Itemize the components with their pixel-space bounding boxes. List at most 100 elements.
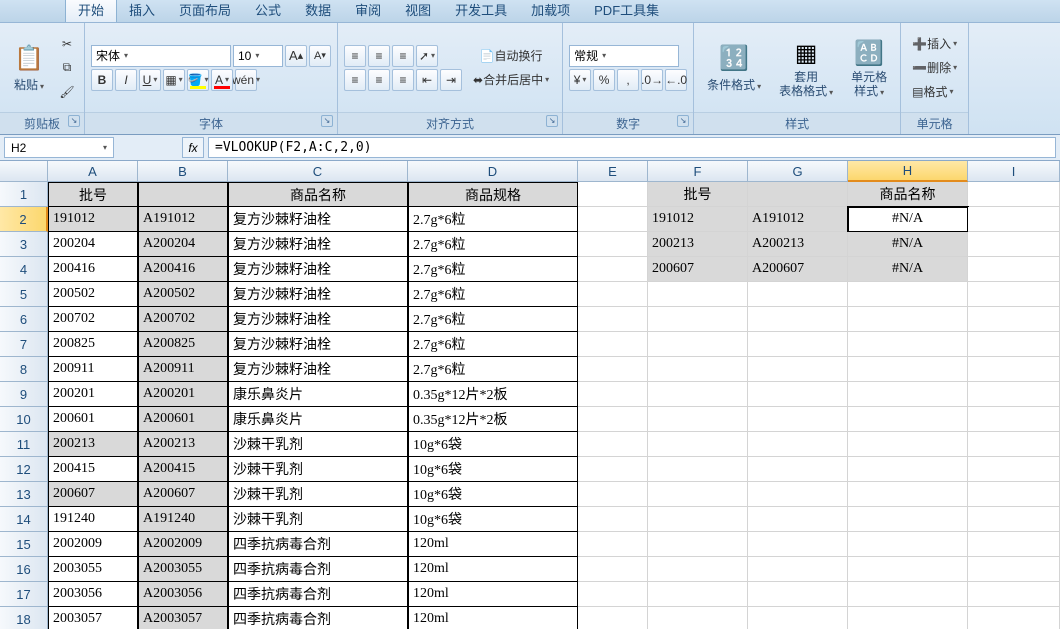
cell-G1[interactable] — [748, 182, 848, 207]
cell-A17[interactable]: 2003056 — [48, 582, 138, 607]
number-format-combo[interactable]: 常规▾ — [569, 45, 679, 67]
cell-I13[interactable] — [968, 482, 1060, 507]
cell-E18[interactable] — [578, 607, 648, 629]
cell-B8[interactable]: A200911 — [138, 357, 228, 382]
font-size-combo[interactable]: 10▾ — [233, 45, 283, 67]
cell-G14[interactable] — [748, 507, 848, 532]
cell-B14[interactable]: A191240 — [138, 507, 228, 532]
tab-5[interactable]: 审阅 — [343, 0, 393, 22]
cell-F4[interactable]: 200607 — [648, 257, 748, 282]
align-launcher[interactable]: ↘ — [546, 115, 558, 127]
cell-A18[interactable]: 2003057 — [48, 607, 138, 629]
cell-C16[interactable]: 四季抗病毒合剂 — [228, 557, 408, 582]
cell-D4[interactable]: 2.7g*6粒 — [408, 257, 578, 282]
cell-A6[interactable]: 200702 — [48, 307, 138, 332]
row-header-2[interactable]: 2 — [0, 207, 48, 232]
cell-H14[interactable] — [848, 507, 968, 532]
cell-I8[interactable] — [968, 357, 1060, 382]
cell-C15[interactable]: 四季抗病毒合剂 — [228, 532, 408, 557]
cell-I16[interactable] — [968, 557, 1060, 582]
cell-G10[interactable] — [748, 407, 848, 432]
cell-I10[interactable] — [968, 407, 1060, 432]
cell-B18[interactable]: A2003057 — [138, 607, 228, 629]
cell-F16[interactable] — [648, 557, 748, 582]
cell-B9[interactable]: A200201 — [138, 382, 228, 407]
cell-F18[interactable] — [648, 607, 748, 629]
cell-B17[interactable]: A2003056 — [138, 582, 228, 607]
cell-I7[interactable] — [968, 332, 1060, 357]
cell-D5[interactable]: 2.7g*6粒 — [408, 282, 578, 307]
cell-I1[interactable] — [968, 182, 1060, 207]
indent-inc-button[interactable]: ⇥ — [440, 69, 462, 91]
cell-H16[interactable] — [848, 557, 968, 582]
cell-H1[interactable]: 商品名称 — [848, 182, 968, 207]
copy-button[interactable]: ⧉ — [56, 57, 78, 79]
cell-D2[interactable]: 2.7g*6粒 — [408, 207, 578, 232]
cell-A1[interactable]: 批号 — [48, 182, 138, 207]
cell-E13[interactable] — [578, 482, 648, 507]
cell-F13[interactable] — [648, 482, 748, 507]
row-header-16[interactable]: 16 — [0, 557, 48, 582]
cell-H15[interactable] — [848, 532, 968, 557]
align-center-button[interactable]: ≡ — [368, 69, 390, 91]
comma-button[interactable]: , — [617, 69, 639, 91]
cell-A2[interactable]: 191012 — [48, 207, 138, 232]
cell-C8[interactable]: 复方沙棘籽油栓 — [228, 357, 408, 382]
insert-cells-button[interactable]: ➕ 插入▾ — [907, 33, 962, 55]
cell-E3[interactable] — [578, 232, 648, 257]
cell-F2[interactable]: 191012 — [648, 207, 748, 232]
font-color-button[interactable]: A▾ — [211, 69, 233, 91]
bold-button[interactable]: B — [91, 69, 113, 91]
cell-F1[interactable]: 批号 — [648, 182, 748, 207]
cell-C1[interactable]: 商品名称 — [228, 182, 408, 207]
cell-F8[interactable] — [648, 357, 748, 382]
cell-F7[interactable] — [648, 332, 748, 357]
cell-A3[interactable]: 200204 — [48, 232, 138, 257]
cell-D9[interactable]: 0.35g*12片*2板 — [408, 382, 578, 407]
cell-D13[interactable]: 10g*6袋 — [408, 482, 578, 507]
shrink-font-button[interactable]: A▾ — [309, 45, 331, 67]
cell-H4[interactable]: #N/A — [848, 257, 968, 282]
cell-H3[interactable]: #N/A — [848, 232, 968, 257]
cell-H2[interactable]: #N/A — [848, 207, 968, 232]
cell-D7[interactable]: 2.7g*6粒 — [408, 332, 578, 357]
cell-styles-button[interactable]: 🔠 单元格 样式▾ — [844, 32, 894, 102]
cell-A5[interactable]: 200502 — [48, 282, 138, 307]
col-header-I[interactable]: I — [968, 161, 1060, 182]
cell-F17[interactable] — [648, 582, 748, 607]
cell-G13[interactable] — [748, 482, 848, 507]
cell-G2[interactable]: A191012 — [748, 207, 848, 232]
row-header-4[interactable]: 4 — [0, 257, 48, 282]
fill-color-button[interactable]: 🪣▾ — [187, 69, 209, 91]
cell-C17[interactable]: 四季抗病毒合剂 — [228, 582, 408, 607]
border-button[interactable]: ▦▾ — [163, 69, 185, 91]
cell-B3[interactable]: A200204 — [138, 232, 228, 257]
cell-B12[interactable]: A200415 — [138, 457, 228, 482]
cell-H18[interactable] — [848, 607, 968, 629]
cell-I12[interactable] — [968, 457, 1060, 482]
cut-button[interactable]: ✂ — [56, 33, 78, 55]
cell-G4[interactable]: A200607 — [748, 257, 848, 282]
cell-C5[interactable]: 复方沙棘籽油栓 — [228, 282, 408, 307]
cell-C11[interactable]: 沙棘干乳剂 — [228, 432, 408, 457]
number-launcher[interactable]: ↘ — [677, 115, 689, 127]
cell-G15[interactable] — [748, 532, 848, 557]
cell-F11[interactable] — [648, 432, 748, 457]
dec-decimal-button[interactable]: ←.0 — [665, 69, 687, 91]
name-box[interactable]: H2▾ — [4, 137, 114, 158]
col-header-B[interactable]: B — [138, 161, 228, 182]
format-cells-button[interactable]: ▤ 格式▾ — [907, 81, 962, 103]
italic-button[interactable]: I — [115, 69, 137, 91]
tab-9[interactable]: PDF工具集 — [582, 0, 671, 22]
cell-B7[interactable]: A200825 — [138, 332, 228, 357]
cell-D17[interactable]: 120ml — [408, 582, 578, 607]
cells-area[interactable]: 批号商品名称商品规格批号商品名称191012A191012复方沙棘籽油栓2.7g… — [48, 182, 1060, 629]
cell-E6[interactable] — [578, 307, 648, 332]
cell-A15[interactable]: 2002009 — [48, 532, 138, 557]
cell-I6[interactable] — [968, 307, 1060, 332]
cell-G12[interactable] — [748, 457, 848, 482]
formula-input[interactable]: =VLOOKUP(F2,A:C,2,0) — [208, 137, 1056, 158]
col-header-A[interactable]: A — [48, 161, 138, 182]
merge-center-button[interactable]: ⬌ 合并后居中▾ — [466, 69, 556, 91]
align-right-button[interactable]: ≡ — [392, 69, 414, 91]
